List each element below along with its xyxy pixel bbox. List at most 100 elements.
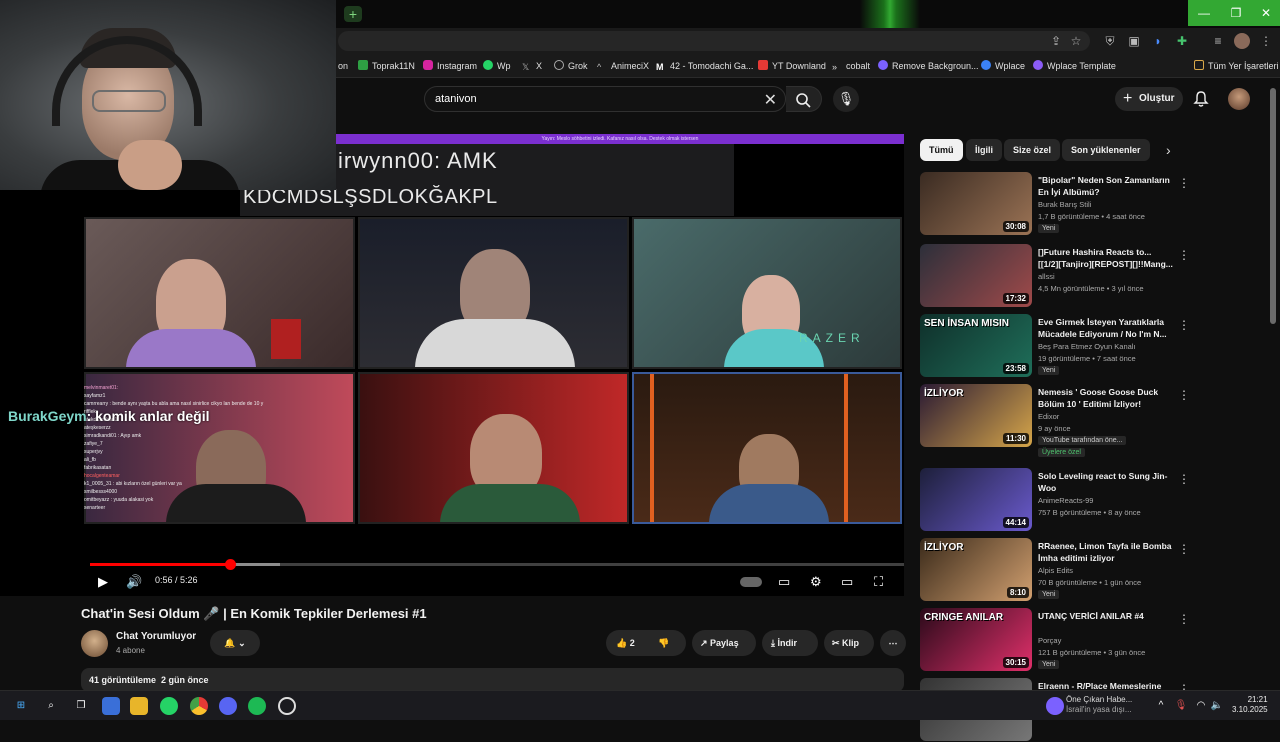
clock[interactable]: 21:21 3.10.2025 [1232,695,1268,715]
close-window-button[interactable]: ✕ [1252,0,1280,26]
video-thumbnail[interactable]: SEN İNSAN MISIN 23:58 [920,314,1032,377]
media-icon[interactable]: ≡ [1210,33,1226,49]
video-thumbnail[interactable]: İZLİYOR 11:30 [920,384,1032,447]
bookmark-item[interactable]: Wp [483,58,511,74]
share-button[interactable]: ↗ Paylaş [692,630,756,656]
voice-search-button[interactable]: 🎙 [833,86,859,112]
thumbs-down-icon[interactable]: 👎 [658,630,669,656]
channel-name[interactable]: Chat Yorumluyor [116,631,196,642]
menu-dots-icon[interactable]: ⋮ [1258,33,1274,49]
like-button[interactable]: 👍 2 👎 [606,630,686,656]
new-tab-button[interactable]: + [344,6,362,22]
video-player[interactable]: Yayın: Meslo söhbetini izledi. Kafanız n… [0,134,904,596]
play-button[interactable]: ▶ [98,574,108,590]
recommended-video[interactable]: CRINGE ANILAR 30:15 UTANÇ VERİCİ ANILAR #4… [920,608,1280,672]
notifications-bell-icon[interactable] [1193,90,1209,108]
recommended-video[interactable]: 44:14 Solo Leveling react to Sung Jin-Woo… [920,468,1280,532]
recommended-title[interactable]: UTANÇ VERİCİ ANILAR #4 [1038,610,1174,622]
recommended-title[interactable]: Eve Girmek İsteyen Yaratıklarla Mücadele… [1038,316,1174,340]
news-widget[interactable]: Öne Çıkan Habe... İsrail'in yasa dışı... [1066,695,1132,715]
channel-avatar[interactable] [81,630,108,657]
clip-button[interactable]: ✂ Klip [824,630,874,656]
chip-related[interactable]: İlgili [966,139,1002,161]
description-box[interactable]: 41 görüntüleme 2 gün önce [81,668,904,692]
bookmark-item[interactable]: Wplace Template [1033,58,1116,74]
clear-search-icon[interactable]: ✕ [764,90,777,110]
bookmark-item[interactable]: ^ AnimeciX [597,58,649,74]
progress-bar[interactable] [90,559,904,570]
video-thumbnail[interactable]: 44:14 [920,468,1032,531]
bookmark-item[interactable]: YT Downland [758,58,826,74]
recommended-channel[interactable]: allssi [1038,272,1055,281]
account-avatar[interactable] [1228,88,1250,110]
recommended-title[interactable]: Solo Leveling react to Sung Jin-Woo [1038,470,1174,494]
discord-icon[interactable] [219,697,237,715]
chip-all[interactable]: Tümü [920,139,963,161]
recommended-title[interactable]: "Bipolar" Neden Son Zamanların En İyi Al… [1038,174,1174,198]
video-thumbnail[interactable]: 17:32 [920,244,1032,307]
chip-for-you[interactable]: Size özel [1004,139,1061,161]
recommended-channel[interactable]: Porçay [1038,636,1061,645]
all-bookmarks[interactable]: Tüm Yer İşaretleri [1194,58,1279,74]
install-icon[interactable]: ⇪ [1048,33,1064,49]
more-options-icon[interactable]: ⋮ [1178,542,1190,556]
bookmark-item[interactable]: 𝕏X [522,58,542,74]
bookmark-item[interactable]: » cobalt [832,58,870,74]
bookmark-item[interactable]: on [338,58,348,74]
bookmark-item[interactable]: Wplace [981,58,1025,74]
search-input[interactable]: atanivon ✕ [424,86,786,112]
recommended-video[interactable]: İZLİYOR 11:30 Nemesis ' Goose Goose Duck B… [920,384,1280,457]
more-options-icon[interactable]: ⋮ [1178,248,1190,262]
speaker-icon[interactable]: 🔈 [1208,697,1226,715]
volume-button[interactable]: 🔊 [126,574,142,590]
task-view-icon[interactable]: ❒ [72,697,90,715]
address-field[interactable] [338,31,1090,51]
settings-button[interactable]: ⚙ [810,574,822,590]
recommended-video[interactable]: SEN İNSAN MISIN 23:58 Eve Girmek İsteyen Y… [920,314,1280,378]
news-icon[interactable] [1046,697,1064,715]
recommended-title[interactable]: []Future Hashira Reacts to... [[1/2][Tan… [1038,246,1174,270]
video-thumbnail[interactable]: İZLİYOR 8:10 [920,538,1032,601]
search-button[interactable] [786,86,822,112]
recommended-channel[interactable]: AnimeReacts-99 [1038,496,1093,505]
create-button[interactable]: + Oluştur [1115,87,1183,111]
video-thumbnail[interactable]: CRINGE ANILAR 30:15 [920,608,1032,671]
subtitles-button[interactable]: ▭ [778,574,790,590]
theater-mode-button[interactable]: ▭ [841,574,853,590]
fullscreen-button[interactable]: ⛶ [874,574,883,590]
chrome-icon[interactable] [190,697,208,715]
widgets-icon[interactable] [102,697,120,715]
tray-chevron-icon[interactable]: ^ [1152,697,1170,715]
spotify-icon[interactable] [248,697,266,715]
download-button[interactable]: ⤓ İndir [762,630,818,656]
video-thumbnail[interactable]: 30:08 [920,172,1032,235]
recommended-title[interactable]: RRaenee, Limon Tayfa ile Bomba İmha edit… [1038,540,1174,564]
translate-icon[interactable]: ◗ [1150,33,1166,49]
chip-recent[interactable]: Son yüklenenler [1062,139,1150,161]
more-options-icon[interactable]: ⋮ [1178,388,1190,402]
extension-icon[interactable]: ▣ [1126,33,1142,49]
bookmark-item[interactable]: Remove Backgroun... [878,58,979,74]
bookmark-star-icon[interactable]: ☆ [1068,33,1084,49]
shield-icon[interactable]: ⛨ [1102,33,1118,49]
more-actions-button[interactable]: ⋯ [880,630,906,656]
bookmark-item[interactable]: Grok [554,58,588,74]
maximize-button[interactable]: ❐ [1220,0,1252,26]
chips-next-chevron-icon[interactable]: › [1166,142,1171,158]
recommended-video[interactable]: 17:32 []Future Hashira Reacts to... [[1/2… [920,244,1280,308]
bookmark-item[interactable]: Instagram [423,58,477,74]
autoplay-toggle[interactable] [740,577,762,587]
bookmark-item[interactable]: Toprak11N [358,58,415,74]
scrubber-handle[interactable] [225,559,236,570]
app-icon[interactable] [278,697,296,715]
file-explorer-icon[interactable] [130,697,148,715]
more-options-icon[interactable]: ⋮ [1178,318,1190,332]
more-options-icon[interactable]: ⋮ [1178,176,1190,190]
puzzle-icon[interactable]: ✚ [1174,33,1190,49]
recommended-channel[interactable]: Beş Para Etmez Oyun Kanalı [1038,342,1136,351]
recommended-title[interactable]: Nemesis ' Goose Goose Duck Bölüm 10 ' Ed… [1038,386,1174,410]
recommended-video[interactable]: İZLİYOR 8:10 RRaenee, Limon Tayfa ile Bomb… [920,538,1280,602]
profile-icon[interactable] [1234,33,1250,49]
bookmark-item[interactable]: M 42 - Tomodachi Ga... [656,58,753,74]
recommended-channel[interactable]: Alpis Edits [1038,566,1073,575]
